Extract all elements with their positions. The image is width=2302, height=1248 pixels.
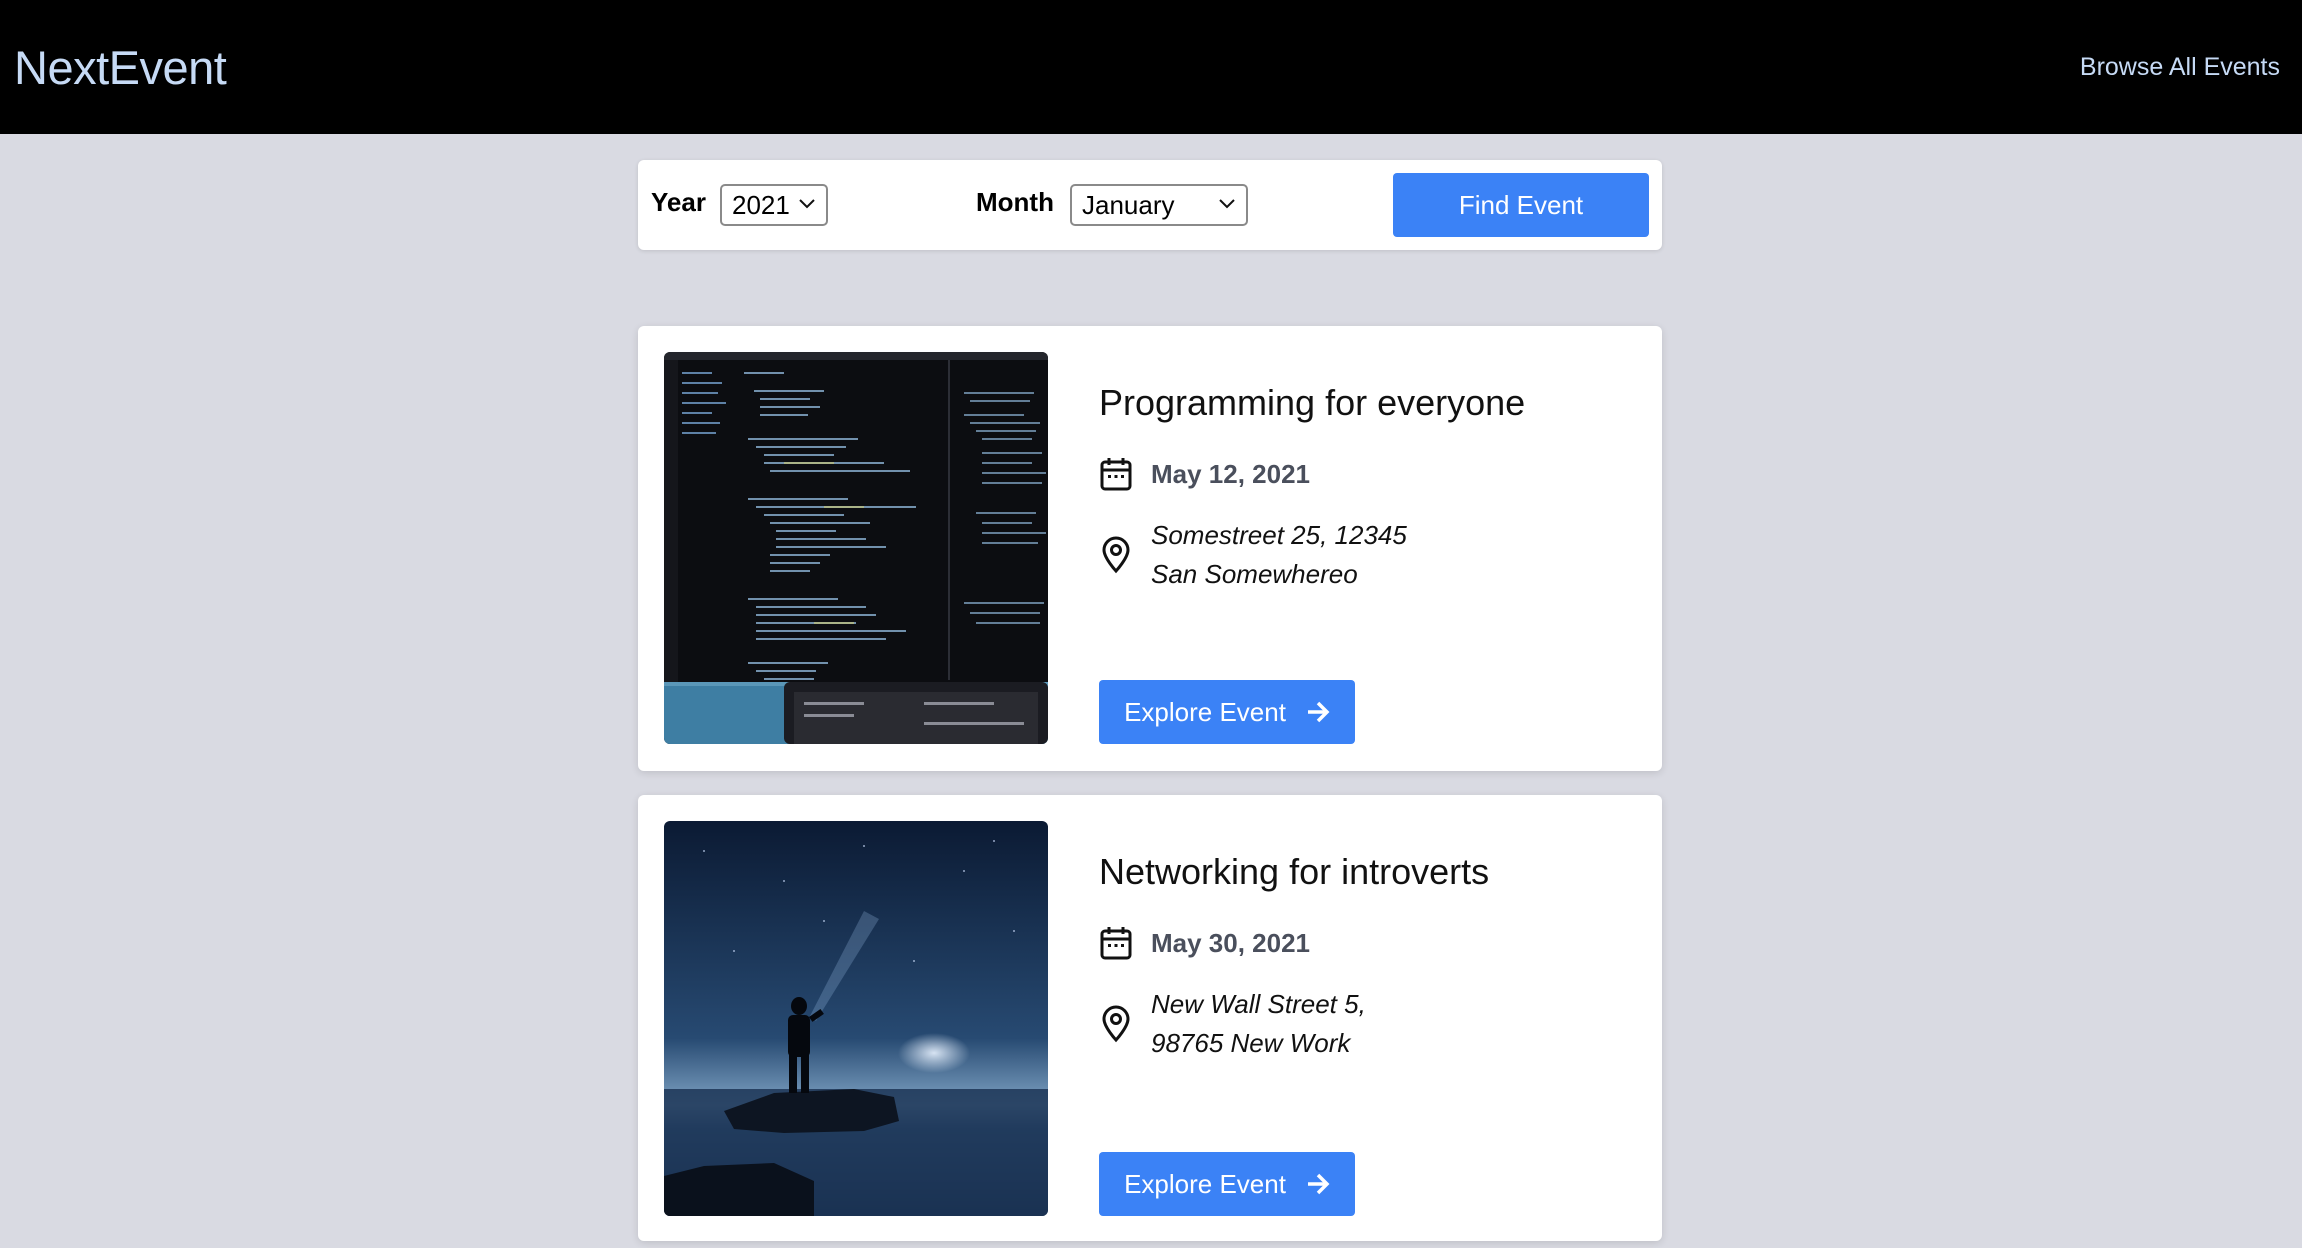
arrow-right-icon	[1307, 1173, 1330, 1195]
calendar-icon	[1100, 927, 1132, 960]
map-pin-icon	[1102, 1005, 1130, 1043]
event-address-line1: Somestreet 25, 12345	[1151, 520, 1407, 550]
arrow-right-icon	[1307, 701, 1330, 723]
map-pin-icon	[1102, 536, 1130, 574]
explore-event-button[interactable]: Explore Event	[1099, 1152, 1355, 1216]
event-image-code-screen	[664, 352, 1048, 744]
year-label: Year	[651, 187, 706, 217]
event-address-line2: 98765 New Work	[1151, 1028, 1351, 1058]
event-image-night-sea	[664, 821, 1048, 1216]
chevron-down-icon	[1219, 199, 1235, 209]
event-title: Programming for everyone	[1099, 382, 1526, 423]
site-logo[interactable]: NextEvent	[14, 40, 227, 95]
chevron-down-icon	[799, 199, 815, 209]
explore-event-label: Explore Event	[1124, 1168, 1286, 1199]
event-address-line1: New Wall Street 5,	[1151, 989, 1366, 1019]
event-date-text: May 12, 2021	[1151, 458, 1311, 489]
month-label: Month	[976, 187, 1054, 217]
find-event-button[interactable]: Find Event	[1393, 173, 1649, 237]
year-select-value: 2021	[732, 190, 790, 220]
event-filter-form: Year 2021 Month January Find Event	[638, 160, 1662, 250]
top-navbar: NextEvent Browse All Events	[0, 0, 2302, 134]
event-address: New Wall Street 5, 98765 New Work	[1099, 985, 1366, 1063]
month-select-value: January	[1082, 190, 1175, 220]
browse-all-events-link[interactable]: Browse All Events	[2080, 53, 2280, 82]
event-date: May 12, 2021	[1099, 456, 1310, 492]
event-title: Networking for introverts	[1099, 851, 1490, 892]
event-card: Networking for introverts May 30, 2021 N…	[638, 795, 1662, 1241]
event-date: May 30, 2021	[1099, 925, 1310, 961]
explore-event-button[interactable]: Explore Event	[1099, 680, 1355, 744]
event-address: Somestreet 25, 12345 San Somewhereo	[1099, 516, 1407, 594]
event-date-text: May 30, 2021	[1151, 927, 1311, 958]
event-address-line2: San Somewhereo	[1151, 559, 1358, 589]
month-select[interactable]: January	[1070, 184, 1248, 226]
event-card: Programming for everyone May 12, 2021 So…	[638, 326, 1662, 771]
calendar-icon	[1100, 458, 1132, 491]
explore-event-label: Explore Event	[1124, 696, 1286, 727]
year-select[interactable]: 2021	[720, 184, 828, 226]
